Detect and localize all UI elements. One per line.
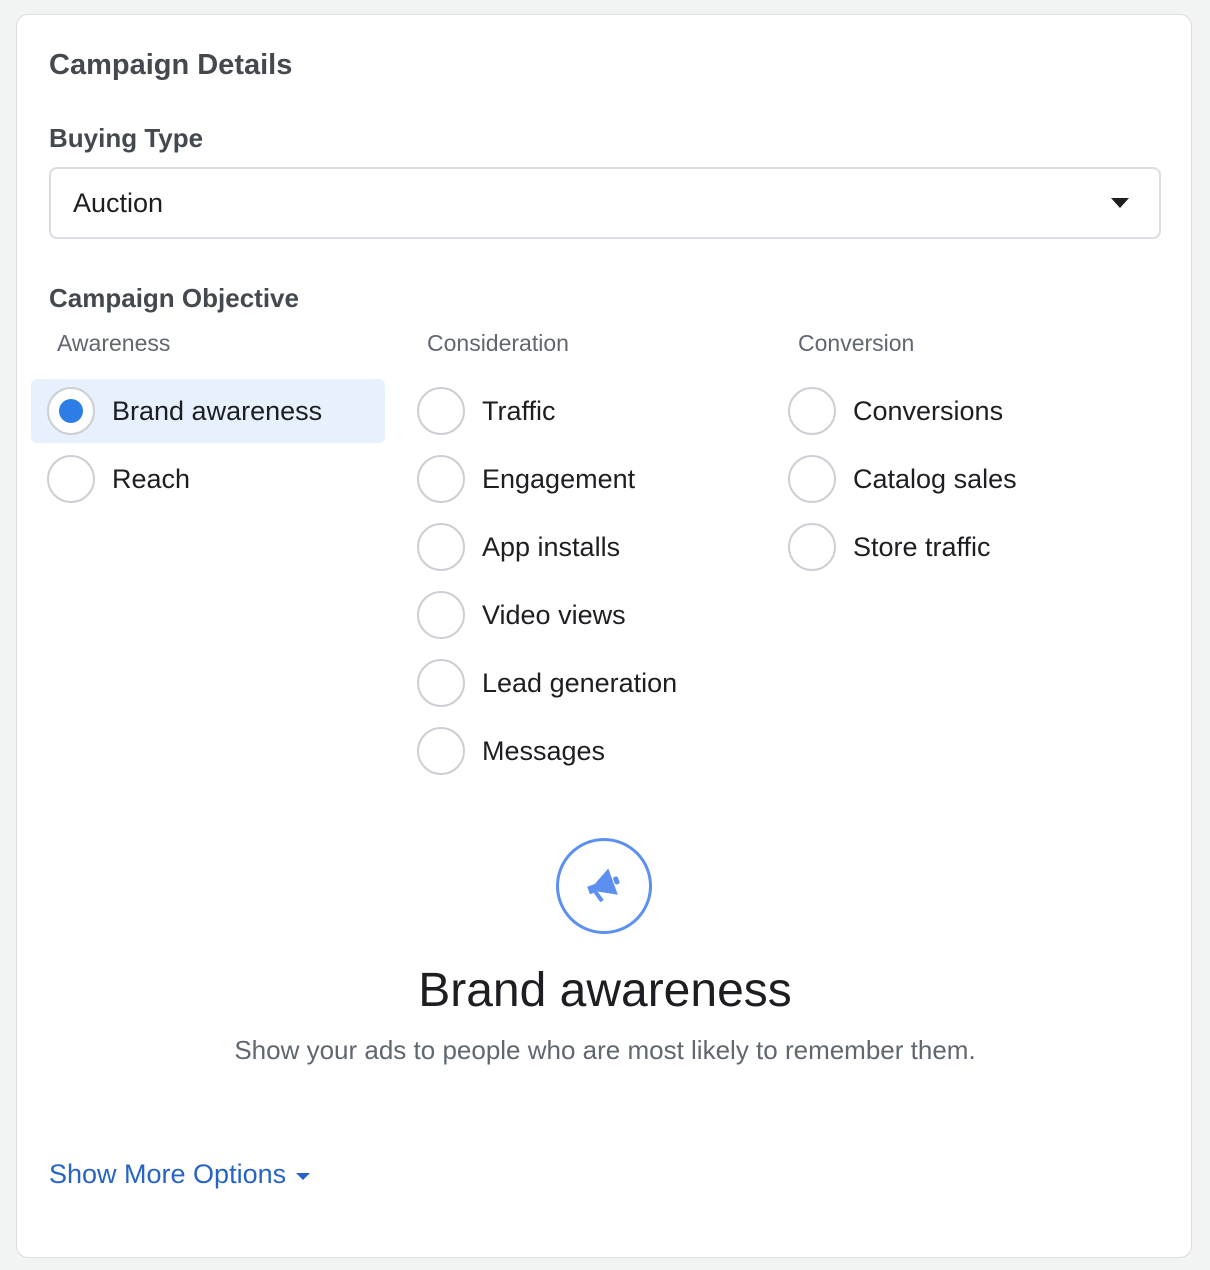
show-more-options-link[interactable]: Show More Options <box>49 1159 311 1190</box>
radio-button-checked[interactable] <box>47 387 95 435</box>
radio-button[interactable] <box>417 387 465 435</box>
buying-type-select[interactable]: Auction <box>49 167 1161 239</box>
objective-column-consideration: Consideration Traffic Engagement App ins… <box>417 327 787 787</box>
option-messages[interactable]: Messages <box>401 719 787 783</box>
option-conversions[interactable]: Conversions <box>772 379 1158 443</box>
objective-detail-description: Show your ads to people who are most lik… <box>234 1035 976 1065</box>
option-label: Video views <box>482 599 626 630</box>
option-app-installs[interactable]: App installs <box>401 515 787 579</box>
option-label: Conversions <box>853 395 1004 426</box>
radio-button[interactable] <box>417 727 465 775</box>
show-more-label: Show More Options <box>49 1159 287 1189</box>
option-lead-generation[interactable]: Lead generation <box>401 651 787 715</box>
option-label: App installs <box>482 531 621 562</box>
caret-down-icon <box>296 1172 311 1180</box>
option-traffic[interactable]: Traffic <box>401 379 787 443</box>
option-label: Brand awareness <box>112 395 323 426</box>
objective-column-conversion: Conversion Conversions Catalog sales Sto… <box>788 327 1158 583</box>
option-store-traffic[interactable]: Store traffic <box>772 515 1158 579</box>
megaphone-icon <box>587 868 620 903</box>
caret-down-icon <box>1111 198 1129 208</box>
option-label: Engagement <box>482 463 636 494</box>
option-label: Catalog sales <box>853 463 1017 494</box>
radio-button[interactable] <box>417 659 465 707</box>
radio-button[interactable] <box>417 455 465 503</box>
option-label: Messages <box>482 735 606 766</box>
radio-button[interactable] <box>417 523 465 571</box>
megaphone-icon-ring <box>556 838 652 934</box>
option-label: Lead generation <box>482 667 678 698</box>
option-engagement[interactable]: Engagement <box>401 447 787 511</box>
campaign-details-card: Campaign Details Buying Type Auction Cam… <box>16 14 1192 1258</box>
card-title: Campaign Details <box>49 49 293 81</box>
radio-button[interactable] <box>788 455 836 503</box>
radio-button[interactable] <box>788 523 836 571</box>
objective-detail-title: Brand awareness <box>418 964 792 1017</box>
buying-type-label: Buying Type <box>49 123 204 153</box>
option-label: Traffic <box>482 395 556 426</box>
objective-column-awareness: Awareness Brand awareness Reach <box>31 327 417 515</box>
column-header-awareness: Awareness <box>57 330 171 356</box>
buying-type-value: Auction <box>73 187 164 218</box>
radio-button[interactable] <box>47 455 95 503</box>
radio-button[interactable] <box>788 387 836 435</box>
option-video-views[interactable]: Video views <box>401 583 787 647</box>
option-reach[interactable]: Reach <box>31 447 417 511</box>
option-brand-awareness[interactable]: Brand awareness <box>31 379 385 443</box>
radio-dot <box>59 399 83 423</box>
column-header-consideration: Consideration <box>427 330 569 356</box>
option-label: Reach <box>112 463 191 494</box>
column-header-conversion: Conversion <box>798 330 915 356</box>
option-catalog-sales[interactable]: Catalog sales <box>772 447 1158 511</box>
option-label: Store traffic <box>853 531 991 562</box>
radio-button[interactable] <box>417 591 465 639</box>
campaign-objective-label: Campaign Objective <box>49 283 299 313</box>
